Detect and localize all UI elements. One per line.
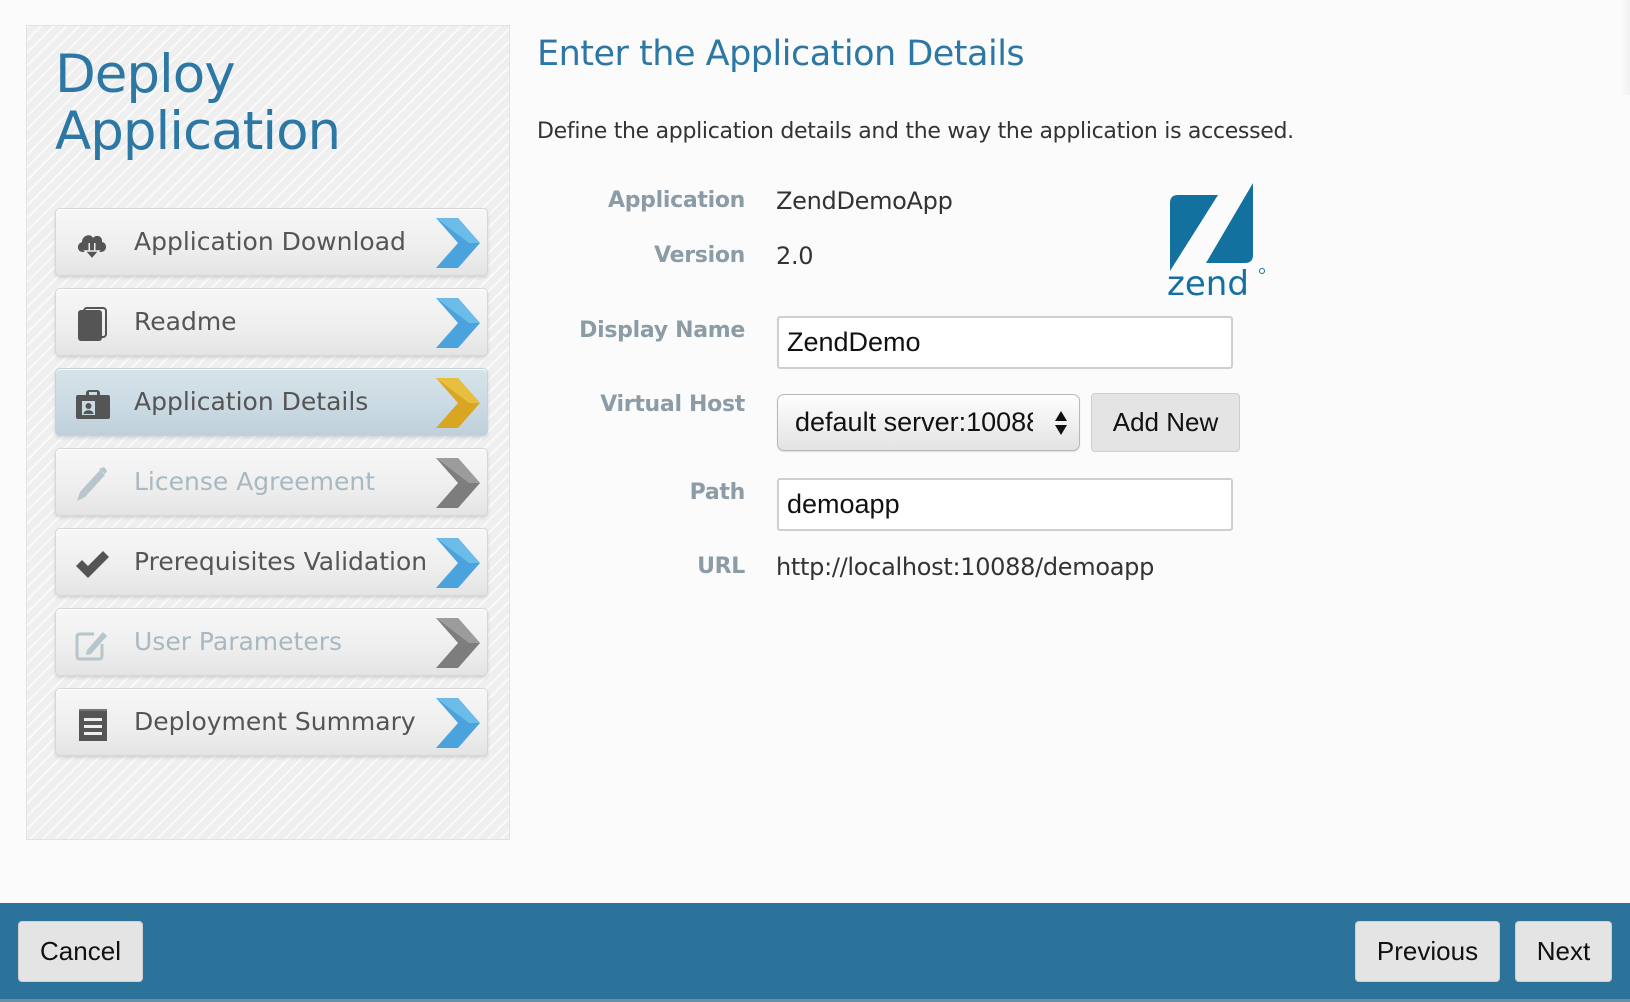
display-name-label: Display Name (579, 318, 745, 343)
receipt-list-icon (79, 709, 107, 741)
step-label: License Agreement (134, 467, 376, 496)
step-prerequisites-validation[interactable]: Prerequisites Validation (55, 528, 488, 596)
scrollbar-shade (1620, 0, 1630, 95)
step-label: Application Details (134, 387, 369, 416)
wizard-footer: Cancel Previous Next (0, 903, 1630, 1002)
step-label: User Parameters (134, 627, 343, 656)
page-description: Define the application details and the w… (537, 119, 1294, 144)
url-value: http://localhost:10088/demoapp (776, 553, 1155, 581)
edit-icon (75, 632, 107, 661)
step-label: Readme (134, 307, 237, 336)
next-button[interactable]: Next (1515, 921, 1612, 982)
step-user-parameters[interactable]: User Parameters (55, 608, 488, 676)
virtual-host-select[interactable]: default server:10088 (777, 394, 1080, 451)
step-readme[interactable]: Readme (55, 288, 488, 356)
previous-button[interactable]: Previous (1355, 921, 1500, 982)
path-label: Path (689, 480, 746, 505)
zend-logo: zend (1167, 183, 1265, 298)
path-input[interactable] (777, 478, 1233, 531)
application-value: ZendDemoApp (776, 187, 953, 215)
display-name-input[interactable] (777, 316, 1233, 369)
chevron-right-icon (436, 618, 480, 668)
version-value: 2.0 (776, 242, 814, 270)
step-application-download[interactable]: Application Download (55, 208, 488, 276)
sidebar-title-line2: Application (55, 101, 341, 162)
page-title: Enter the Application Details (537, 34, 1025, 74)
chevron-right-icon (436, 458, 480, 508)
virtual-host-label: Virtual Host (600, 392, 745, 417)
id-badge-icon (76, 390, 110, 419)
step-label: Deployment Summary (134, 707, 416, 736)
add-new-virtual-host-button[interactable]: Add New (1091, 393, 1240, 452)
step-label: Prerequisites Validation (134, 547, 428, 576)
chevron-right-icon (436, 218, 480, 268)
chevron-right-icon (436, 378, 480, 428)
url-label: URL (697, 554, 745, 579)
sidebar-title: Deploy Application (55, 44, 341, 162)
application-label: Application (607, 188, 745, 213)
chevron-right-icon (436, 698, 480, 748)
version-label: Version (654, 243, 745, 268)
pen-icon (77, 467, 107, 501)
select-arrows-icon (1055, 411, 1067, 435)
step-deployment-summary[interactable]: Deployment Summary (55, 688, 488, 756)
chevron-right-icon (436, 298, 480, 348)
book-icon (78, 307, 107, 341)
virtual-host-selected-value: default server:10088 (795, 407, 1033, 437)
checkmark-icon (76, 551, 109, 578)
sidebar-title-line1: Deploy (55, 44, 236, 105)
chevron-right-icon (436, 538, 480, 588)
cancel-button[interactable]: Cancel (18, 921, 143, 982)
wizard-sidebar: Deploy Application Application Download (26, 25, 510, 840)
cloud-download-icon (77, 235, 107, 261)
step-application-details[interactable]: Application Details (55, 368, 488, 436)
step-license-agreement[interactable]: License Agreement (55, 448, 488, 516)
logo-text: zend (1167, 264, 1249, 298)
step-label: Application Download (134, 227, 406, 256)
